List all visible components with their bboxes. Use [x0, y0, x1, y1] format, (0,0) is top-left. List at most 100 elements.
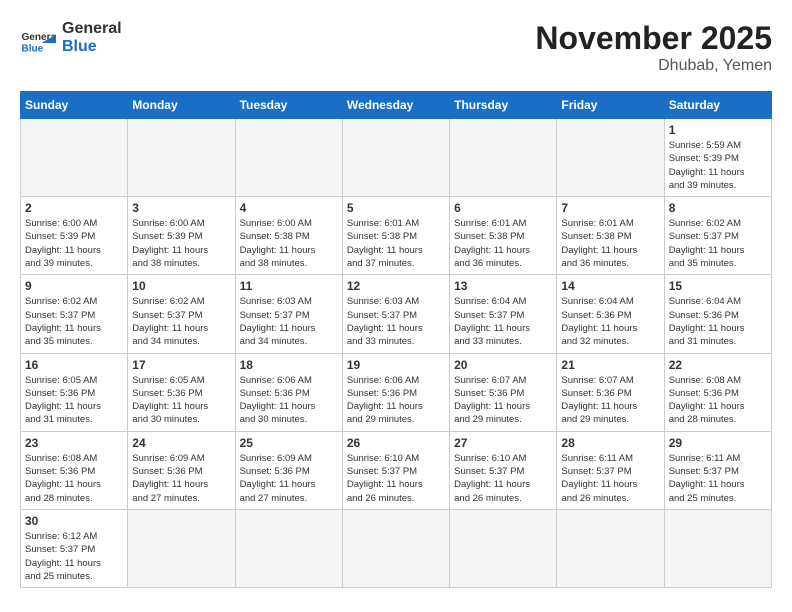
day-info: Sunrise: 6:09 AM Sunset: 5:36 PM Dayligh…: [240, 452, 338, 505]
calendar-cell: 8Sunrise: 6:02 AM Sunset: 5:37 PM Daylig…: [664, 197, 771, 275]
svg-text:Blue: Blue: [21, 44, 43, 55]
week-row-6: 30 Sunrise: 6:12 AM Sunset: 5:37 PM Dayli…: [21, 509, 772, 587]
week-row-4: 16 Sunrise: 6:05 AM Sunset: 5:36 PM Dayli…: [21, 353, 772, 431]
day-info: Sunrise: 6:00 AM Sunset: 5:39 PM Dayligh…: [132, 217, 230, 270]
day-header-saturday: Saturday: [664, 92, 771, 119]
day-info: Sunrise: 6:01 AM Sunset: 5:38 PM Dayligh…: [561, 217, 659, 270]
day-header-monday: Monday: [128, 92, 235, 119]
day-info: Sunrise: 6:04 AM Sunset: 5:37 PM Dayligh…: [454, 295, 552, 348]
calendar-cell: 24 Sunrise: 6:09 AM Sunset: 5:36 PM Dayli…: [128, 431, 235, 509]
calendar-cell: [557, 119, 664, 197]
calendar-cell: 11 Sunrise: 6:03 AM Sunset: 5:37 PM Dayli…: [235, 275, 342, 353]
day-number: 16: [25, 358, 123, 372]
calendar-cell: 6Sunrise: 6:01 AM Sunset: 5:38 PM Daylig…: [450, 197, 557, 275]
day-number: 17: [132, 358, 230, 372]
day-number: 10: [132, 279, 230, 293]
day-header-tuesday: Tuesday: [235, 92, 342, 119]
day-info: Sunrise: 6:06 AM Sunset: 5:36 PM Dayligh…: [347, 374, 445, 427]
calendar-cell: 12Sunrise: 6:03 AM Sunset: 5:37 PM Dayli…: [342, 275, 449, 353]
day-number: 13: [454, 279, 552, 293]
calendar-cell: [342, 509, 449, 587]
day-number: 8: [669, 201, 767, 215]
day-number: 7: [561, 201, 659, 215]
day-info: Sunrise: 6:08 AM Sunset: 5:36 PM Dayligh…: [25, 452, 123, 505]
calendar-cell: 29 Sunrise: 6:11 AM Sunset: 5:37 PM Dayli…: [664, 431, 771, 509]
calendar-cell: 30 Sunrise: 6:12 AM Sunset: 5:37 PM Dayli…: [21, 509, 128, 587]
day-info: Sunrise: 6:00 AM Sunset: 5:39 PM Dayligh…: [25, 217, 123, 270]
calendar-cell: 26Sunrise: 6:10 AM Sunset: 5:37 PM Dayli…: [342, 431, 449, 509]
logo-general-text: General: [62, 20, 122, 38]
calendar-cell: [128, 509, 235, 587]
day-number: 29: [669, 436, 767, 450]
day-info: Sunrise: 6:07 AM Sunset: 5:36 PM Dayligh…: [454, 374, 552, 427]
calendar-cell: [557, 509, 664, 587]
logo: General Blue General Blue: [20, 20, 122, 56]
day-number: 27: [454, 436, 552, 450]
calendar-cell: 14 Sunrise: 6:04 AM Sunset: 5:36 PM Dayli…: [557, 275, 664, 353]
page-header: General Blue General Blue November 2025 …: [20, 20, 772, 75]
day-info: Sunrise: 6:11 AM Sunset: 5:37 PM Dayligh…: [669, 452, 767, 505]
day-info: Sunrise: 6:05 AM Sunset: 5:36 PM Dayligh…: [25, 374, 123, 427]
day-info: Sunrise: 6:04 AM Sunset: 5:36 PM Dayligh…: [561, 295, 659, 348]
day-number: 14: [561, 279, 659, 293]
calendar-cell: [235, 119, 342, 197]
week-row-3: 9Sunrise: 6:02 AM Sunset: 5:37 PM Daylig…: [21, 275, 772, 353]
calendar-cell: 13 Sunrise: 6:04 AM Sunset: 5:37 PM Dayli…: [450, 275, 557, 353]
day-info: Sunrise: 6:04 AM Sunset: 5:36 PM Dayligh…: [669, 295, 767, 348]
calendar-cell: [21, 119, 128, 197]
calendar-cell: 18Sunrise: 6:06 AM Sunset: 5:36 PM Dayli…: [235, 353, 342, 431]
calendar-cell: [235, 509, 342, 587]
calendar-cell: 2 Sunrise: 6:00 AM Sunset: 5:39 PM Daylig…: [21, 197, 128, 275]
day-number: 30: [25, 514, 123, 528]
day-number: 4: [240, 201, 338, 215]
day-number: 2: [25, 201, 123, 215]
day-number: 3: [132, 201, 230, 215]
day-info: Sunrise: 6:06 AM Sunset: 5:36 PM Dayligh…: [240, 374, 338, 427]
day-number: 24: [132, 436, 230, 450]
day-header-wednesday: Wednesday: [342, 92, 449, 119]
calendar-cell: 20Sunrise: 6:07 AM Sunset: 5:36 PM Dayli…: [450, 353, 557, 431]
calendar-cell: 1Sunrise: 5:59 AM Sunset: 5:39 PM Daylig…: [664, 119, 771, 197]
day-info: Sunrise: 6:02 AM Sunset: 5:37 PM Dayligh…: [132, 295, 230, 348]
day-number: 11: [240, 279, 338, 293]
calendar-cell: [450, 119, 557, 197]
title-block: November 2025 Dhubab, Yemen: [535, 20, 772, 75]
day-number: 1: [669, 123, 767, 137]
week-row-2: 2 Sunrise: 6:00 AM Sunset: 5:39 PM Daylig…: [21, 197, 772, 275]
calendar-cell: 21 Sunrise: 6:07 AM Sunset: 5:36 PM Dayli…: [557, 353, 664, 431]
day-info: Sunrise: 6:03 AM Sunset: 5:37 PM Dayligh…: [240, 295, 338, 348]
logo-icon: General Blue: [20, 20, 56, 56]
day-info: Sunrise: 6:01 AM Sunset: 5:38 PM Dayligh…: [347, 217, 445, 270]
day-info: Sunrise: 6:01 AM Sunset: 5:38 PM Dayligh…: [454, 217, 552, 270]
location: Dhubab, Yemen: [535, 57, 772, 75]
calendar-table: SundayMondayTuesdayWednesdayThursdayFrid…: [20, 91, 772, 588]
calendar-cell: 9Sunrise: 6:02 AM Sunset: 5:37 PM Daylig…: [21, 275, 128, 353]
week-row-1: 1Sunrise: 5:59 AM Sunset: 5:39 PM Daylig…: [21, 119, 772, 197]
week-row-5: 23 Sunrise: 6:08 AM Sunset: 5:36 PM Dayli…: [21, 431, 772, 509]
day-info: Sunrise: 6:11 AM Sunset: 5:37 PM Dayligh…: [561, 452, 659, 505]
day-header-thursday: Thursday: [450, 92, 557, 119]
day-info: Sunrise: 6:07 AM Sunset: 5:36 PM Dayligh…: [561, 374, 659, 427]
day-number: 25: [240, 436, 338, 450]
day-number: 28: [561, 436, 659, 450]
day-header-sunday: Sunday: [21, 92, 128, 119]
days-of-week-row: SundayMondayTuesdayWednesdayThursdayFrid…: [21, 92, 772, 119]
month-title: November 2025: [535, 20, 772, 57]
calendar-cell: [450, 509, 557, 587]
day-number: 22: [669, 358, 767, 372]
calendar-cell: 28 Sunrise: 6:11 AM Sunset: 5:37 PM Dayli…: [557, 431, 664, 509]
day-number: 5: [347, 201, 445, 215]
day-number: 21: [561, 358, 659, 372]
day-info: Sunrise: 6:08 AM Sunset: 5:36 PM Dayligh…: [669, 374, 767, 427]
day-info: Sunrise: 6:12 AM Sunset: 5:37 PM Dayligh…: [25, 530, 123, 583]
day-header-friday: Friday: [557, 92, 664, 119]
calendar-cell: 3 Sunrise: 6:00 AM Sunset: 5:39 PM Daylig…: [128, 197, 235, 275]
calendar-body: 1Sunrise: 5:59 AM Sunset: 5:39 PM Daylig…: [21, 119, 772, 588]
day-info: Sunrise: 6:00 AM Sunset: 5:38 PM Dayligh…: [240, 217, 338, 270]
calendar-cell: 16 Sunrise: 6:05 AM Sunset: 5:36 PM Dayli…: [21, 353, 128, 431]
day-number: 23: [25, 436, 123, 450]
day-info: Sunrise: 6:09 AM Sunset: 5:36 PM Dayligh…: [132, 452, 230, 505]
day-number: 15: [669, 279, 767, 293]
calendar-cell: 22 Sunrise: 6:08 AM Sunset: 5:36 PM Dayli…: [664, 353, 771, 431]
calendar-cell: [128, 119, 235, 197]
